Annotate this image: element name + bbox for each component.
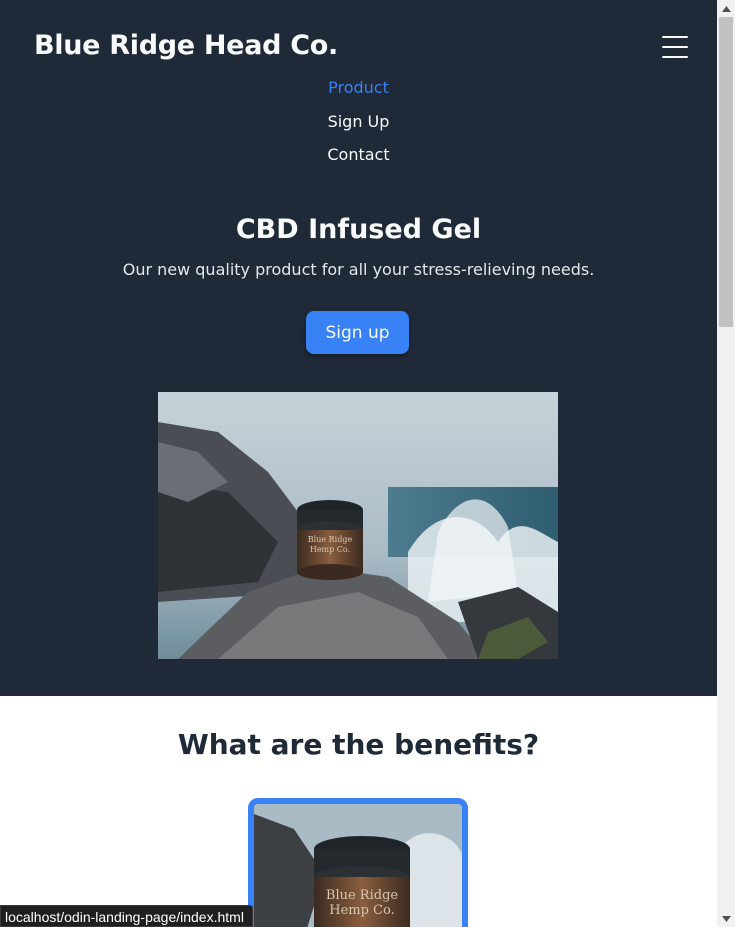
brand-logo-text[interactable]: Blue Ridge Head Co.	[34, 30, 338, 61]
menu-line	[662, 36, 688, 38]
page-viewport: Blue Ridge Head Co. Product Sign Up Cont…	[0, 0, 717, 927]
main-nav: Product Sign Up Contact	[0, 78, 717, 179]
jar-label-text: Hemp Co.	[310, 545, 350, 554]
menu-line	[662, 56, 688, 58]
menu-line	[662, 46, 688, 48]
nav-link-contact[interactable]: Contact	[327, 145, 389, 165]
vertical-scrollbar[interactable]	[717, 0, 735, 927]
scroll-down-arrow-icon[interactable]	[717, 910, 735, 927]
nav-link-product[interactable]: Product	[328, 78, 389, 98]
nav-link-sign-up[interactable]: Sign Up	[328, 112, 390, 132]
hero-product-image: Blue Ridge Hemp Co.	[158, 392, 558, 659]
jar-label-text: Hemp Co.	[329, 903, 395, 918]
sign-up-button[interactable]: Sign up	[306, 311, 409, 354]
hero-title: CBD Infused Gel	[235, 214, 482, 245]
benefit-card-image: Blue Ridge Hemp Co.	[248, 798, 468, 927]
link-status-bar: localhost/odin-landing-page/index.html	[0, 905, 253, 927]
hero-section: Blue Ridge Head Co. Product Sign Up Cont…	[0, 0, 717, 696]
benefit-product-photo: Blue Ridge Hemp Co.	[254, 804, 462, 927]
jar-label-text: Blue Ridge	[308, 535, 353, 544]
jar-label-text: Blue Ridge	[326, 888, 398, 903]
hamburger-menu-icon[interactable]	[662, 36, 688, 58]
hero-subtitle: Our new quality product for all your str…	[122, 260, 595, 279]
scrollbar-thumb[interactable]	[719, 17, 733, 327]
benefits-heading: What are the benefits?	[177, 728, 540, 761]
scroll-up-arrow-icon[interactable]	[717, 0, 735, 17]
product-photo: Blue Ridge Hemp Co.	[158, 392, 558, 659]
